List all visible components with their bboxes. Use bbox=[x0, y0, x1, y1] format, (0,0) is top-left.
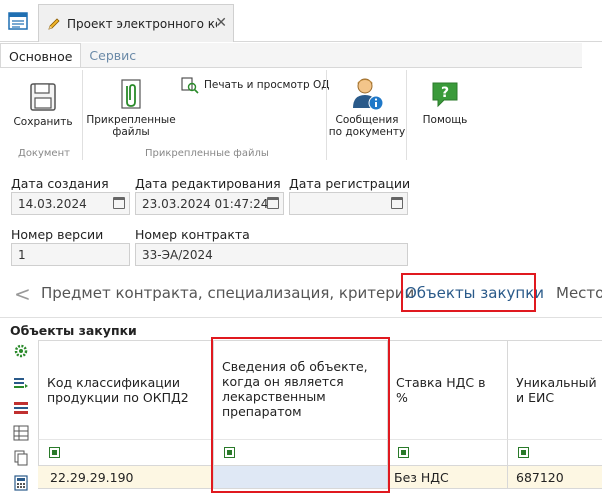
contract-number-field[interactable]: 33-ЭА/2024 bbox=[135, 243, 408, 266]
save-icon bbox=[30, 83, 56, 111]
attached-files-label: Прикрепленные файлы bbox=[86, 114, 176, 138]
version-label: Номер версии bbox=[11, 227, 104, 242]
group-document-label: Документ bbox=[18, 148, 70, 159]
calendar-icon[interactable] bbox=[391, 197, 403, 209]
print-preview-button[interactable]: Печать и просмотр ОД bbox=[180, 76, 329, 94]
ribbon-tab-service[interactable]: Сервис bbox=[81, 43, 144, 67]
ribbon-tab-main[interactable]: Основное bbox=[0, 43, 82, 67]
print-preview-label: Печать и просмотр ОД bbox=[204, 79, 330, 91]
version-value: 1 bbox=[18, 248, 26, 262]
column-header-okpd2[interactable]: Код классификации продукции по ОКПД2 bbox=[38, 341, 214, 439]
created-date-field[interactable]: 14.03.2024 bbox=[11, 192, 130, 215]
svg-text:?: ? bbox=[441, 85, 449, 101]
edited-date-field[interactable]: 23.03.2024 01:47:24 bbox=[135, 192, 284, 215]
version-field[interactable]: 1 bbox=[11, 243, 130, 266]
contract-number-value: 33-ЭА/2024 bbox=[142, 248, 213, 262]
column-header-eis-id[interactable]: Уникальный и ЕИС bbox=[508, 341, 602, 439]
help-label: Помощь bbox=[422, 114, 468, 126]
table-icon[interactable] bbox=[13, 425, 29, 441]
calculator-icon[interactable] bbox=[13, 475, 29, 491]
messages-label: Сообщения по документу bbox=[328, 114, 406, 138]
group-attached-label: Прикрепленные файлы bbox=[145, 148, 269, 159]
chevron-left-icon[interactable]: < bbox=[14, 282, 31, 306]
tab-subject[interactable]: Предмет контракта, специализация, критер… bbox=[41, 284, 414, 302]
add-row-icon[interactable] bbox=[13, 375, 29, 391]
document-tab-title: Проект электронного ко... bbox=[67, 16, 217, 31]
help-button[interactable]: ? Помощь bbox=[418, 80, 472, 126]
user-info-icon bbox=[353, 78, 384, 111]
copy-icon[interactable] bbox=[13, 450, 29, 466]
highlight-box bbox=[211, 337, 390, 493]
highlight-box bbox=[401, 273, 536, 312]
calendar-icon[interactable] bbox=[267, 197, 279, 209]
registered-date-label: Дата регистрации bbox=[289, 176, 411, 191]
registered-date-field[interactable] bbox=[289, 192, 408, 215]
cell-okpd2[interactable]: 22.29.29.190 bbox=[38, 466, 214, 488]
delete-row-icon[interactable] bbox=[13, 400, 29, 416]
paperclip-icon bbox=[121, 79, 141, 109]
tab-bar: Проект электронного ко... ✕ bbox=[0, 0, 602, 42]
app-menu-icon[interactable] bbox=[4, 6, 32, 36]
save-button[interactable]: Сохранить bbox=[13, 82, 73, 128]
edited-date-value: 23.03.2024 01:47:24 bbox=[142, 197, 269, 211]
ribbon: Основное Сервис Сохранить Документ Прикр… bbox=[0, 43, 582, 165]
column-header-vat[interactable]: Ставка НДС в % bbox=[388, 341, 508, 439]
filter-checkbox[interactable] bbox=[398, 447, 409, 458]
filter-checkbox[interactable] bbox=[518, 447, 529, 458]
contract-number-label: Номер контракта bbox=[135, 227, 250, 242]
grid-title: Объекты закупки bbox=[10, 323, 137, 338]
help-icon: ? bbox=[432, 82, 458, 108]
tab-place[interactable]: Место bbox=[556, 284, 602, 302]
created-date-value: 14.03.2024 bbox=[18, 197, 87, 211]
attached-files-button[interactable]: Прикрепленные файлы bbox=[86, 78, 176, 138]
document-tab[interactable]: Проект электронного ко... ✕ bbox=[38, 4, 234, 42]
created-date-label: Дата создания bbox=[11, 176, 109, 191]
save-label: Сохранить bbox=[13, 116, 73, 128]
settings-icon[interactable] bbox=[13, 343, 29, 359]
cell-vat[interactable]: Без НДС bbox=[388, 466, 508, 488]
messages-button[interactable]: Сообщения по документу bbox=[328, 76, 406, 138]
print-preview-icon bbox=[181, 77, 199, 94]
edited-date-label: Дата редактирования bbox=[135, 176, 281, 191]
cell-eis-id[interactable]: 687120 bbox=[508, 466, 602, 488]
calendar-icon[interactable] bbox=[113, 197, 125, 209]
grid-toolbar bbox=[9, 340, 33, 497]
close-tab-icon[interactable]: ✕ bbox=[215, 15, 227, 31]
pencil-icon bbox=[48, 17, 60, 30]
filter-checkbox[interactable] bbox=[49, 447, 60, 458]
